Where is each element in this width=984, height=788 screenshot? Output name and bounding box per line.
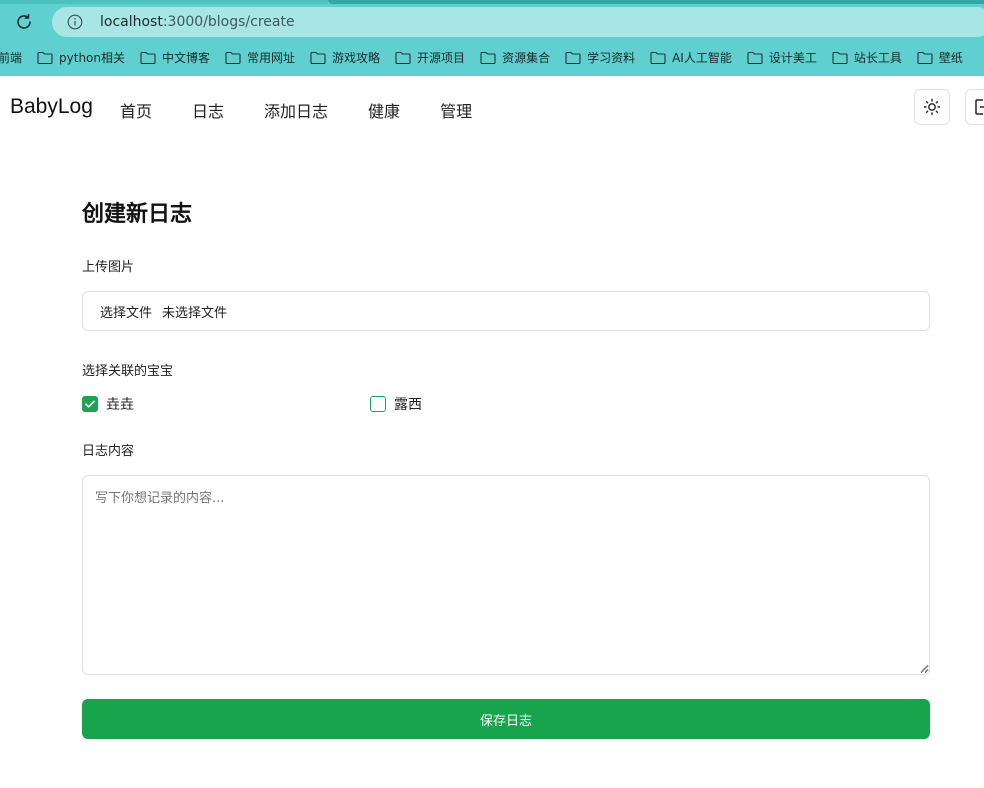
bookmark-label: 中文博客 xyxy=(162,50,211,65)
nav-link-home[interactable]: 首页 xyxy=(120,98,152,122)
folder-icon xyxy=(917,51,933,64)
file-upload-input[interactable]: 选择文件 未选择文件 xyxy=(82,291,930,331)
bookmark-folder[interactable]: 设计美工 xyxy=(747,49,817,66)
save-log-button[interactable]: 保存日志 xyxy=(82,699,930,739)
resize-grip-icon[interactable] xyxy=(919,663,929,673)
bookmark-label: 站长工具 xyxy=(853,50,902,65)
bookmark-folder[interactable]: 资源集合 xyxy=(480,49,550,66)
folder-icon xyxy=(480,51,496,64)
address-bar[interactable]: localhost:3000/blogs/create xyxy=(52,7,984,37)
nav-link-logs[interactable]: 日志 xyxy=(192,98,224,122)
bookmark-label: AI人工智能 xyxy=(672,50,732,65)
nav-link-add-log[interactable]: 添加日志 xyxy=(264,98,328,122)
brand-logo[interactable]: BabyLog xyxy=(10,95,93,119)
logout-button[interactable] xyxy=(965,89,984,125)
folder-icon xyxy=(310,51,326,64)
folder-icon xyxy=(395,51,411,64)
site-info-icon[interactable] xyxy=(66,13,84,31)
folder-icon xyxy=(747,51,763,64)
folder-icon xyxy=(225,51,241,64)
content-textarea[interactable] xyxy=(82,475,930,675)
baby-checkbox-lucy[interactable]: 露西 xyxy=(370,394,422,414)
content-label: 日志内容 xyxy=(82,444,135,459)
folder-icon xyxy=(140,51,156,64)
reload-icon[interactable] xyxy=(12,10,36,34)
baby-name: 垚垚 xyxy=(106,397,134,413)
logout-icon xyxy=(975,99,984,115)
app-navbar: BabyLog 首页 日志 添加日志 健康 管理 xyxy=(0,76,984,140)
folder-icon xyxy=(650,51,666,64)
bookmark-folder[interactable]: 壁纸 xyxy=(917,49,963,66)
bookmark-folder[interactable]: 游戏攻略 xyxy=(310,49,380,66)
bookmark-folder[interactable]: 常用网址 xyxy=(225,49,295,66)
bookmarks-bar: 前端 python相关 中文博客 常用网址 游戏攻略 开源项目 资源集合 学习资… xyxy=(0,44,984,70)
upload-label: 上传图片 xyxy=(82,260,135,275)
folder-icon xyxy=(37,51,53,64)
folder-icon xyxy=(832,51,848,64)
url-host: localhost xyxy=(100,14,163,30)
bookmark-label: 游戏攻略 xyxy=(332,50,381,65)
bookmark-label: 资源集合 xyxy=(502,50,551,65)
nav-link-health[interactable]: 健康 xyxy=(368,98,400,122)
nav-link-admin[interactable]: 管理 xyxy=(440,98,472,122)
baby-name: 露西 xyxy=(394,397,422,413)
bookmark-label: 开源项目 xyxy=(417,50,466,65)
bookmark-label: 学习资料 xyxy=(587,50,636,65)
bookmark-folder[interactable]: 开源项目 xyxy=(395,49,465,66)
bookmark-folder[interactable]: 站长工具 xyxy=(832,49,902,66)
bookmark-folder[interactable]: AI人工智能 xyxy=(650,49,732,66)
bookmark-folder[interactable]: python相关 xyxy=(37,49,125,66)
check-icon xyxy=(85,400,95,408)
sun-icon xyxy=(923,98,941,116)
url-path: :3000/blogs/create xyxy=(162,14,295,30)
folder-icon xyxy=(565,51,581,64)
baby-checkbox-yaoyao[interactable]: 垚垚 xyxy=(82,394,134,414)
bookmark-label: 常用网址 xyxy=(247,50,296,65)
bookmark-label: 前端 xyxy=(0,50,23,65)
bookmark-folder[interactable]: 学习资料 xyxy=(565,49,635,66)
bookmark-label: python相关 xyxy=(59,50,125,65)
checkbox-unchecked[interactable] xyxy=(370,396,386,412)
choose-file-button[interactable]: 选择文件 xyxy=(100,302,152,321)
tab-strip-edge xyxy=(328,0,984,4)
checkbox-checked[interactable] xyxy=(82,396,98,412)
bookmark-folder[interactable]: 中文博客 xyxy=(140,49,210,66)
nav-links: 首页 日志 添加日志 健康 管理 xyxy=(120,98,512,122)
tab-strip xyxy=(0,0,328,4)
bookmark-item[interactable]: 前端 xyxy=(0,49,22,66)
babies-label: 选择关联的宝宝 xyxy=(82,364,174,379)
page-title: 创建新日志 xyxy=(82,202,193,227)
theme-toggle-button[interactable] xyxy=(914,89,950,125)
file-status: 未选择文件 xyxy=(162,305,228,321)
bookmark-label: 设计美工 xyxy=(768,50,817,65)
bookmark-label: 壁纸 xyxy=(938,50,963,65)
browser-toolbar: localhost:3000/blogs/create 前端 python相关 … xyxy=(0,0,984,76)
